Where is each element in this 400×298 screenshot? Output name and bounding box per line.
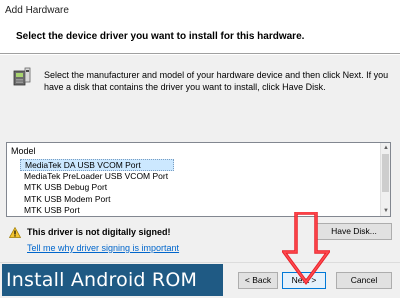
- warning-shield-icon: [9, 227, 21, 238]
- list-item[interactable]: MediaTek DA USB VCOM Port: [20, 159, 174, 171]
- instructions-text: Select the manufacturer and model of you…: [44, 70, 389, 92]
- model-listbox[interactable]: Model MediaTek DA USB VCOM Port MediaTek…: [6, 142, 391, 217]
- page-heading: Select the device driver you want to ins…: [16, 31, 305, 42]
- install-android-rom-banner: Install Android ROM: [2, 264, 223, 296]
- scroll-down-icon[interactable]: ▼: [381, 206, 390, 216]
- red-down-arrow-icon: [282, 212, 330, 285]
- back-button[interactable]: < Back: [238, 272, 278, 289]
- model-list-items: MediaTek DA USB VCOM Port MediaTek PreLo…: [7, 159, 381, 216]
- list-item[interactable]: MTK USB Debug Port: [7, 182, 381, 194]
- model-list-header: Model: [11, 146, 36, 156]
- scroll-thumb[interactable]: [382, 154, 389, 192]
- scroll-up-icon[interactable]: ▲: [381, 143, 390, 153]
- unsigned-driver-warning: This driver is not digitally signed!: [27, 227, 171, 237]
- cancel-button[interactable]: Cancel: [336, 272, 392, 289]
- window-title: Add Hardware: [5, 5, 69, 16]
- list-item[interactable]: MTK USB Modem Port: [7, 194, 381, 206]
- hardware-device-icon: [13, 67, 31, 86]
- driver-signing-link[interactable]: Tell me why driver signing is important: [27, 243, 179, 253]
- footer-divider: [0, 262, 400, 263]
- list-item[interactable]: MediaTek PreLoader USB VCOM Port: [7, 171, 381, 183]
- vertical-scrollbar[interactable]: ▲ ▼: [380, 143, 390, 216]
